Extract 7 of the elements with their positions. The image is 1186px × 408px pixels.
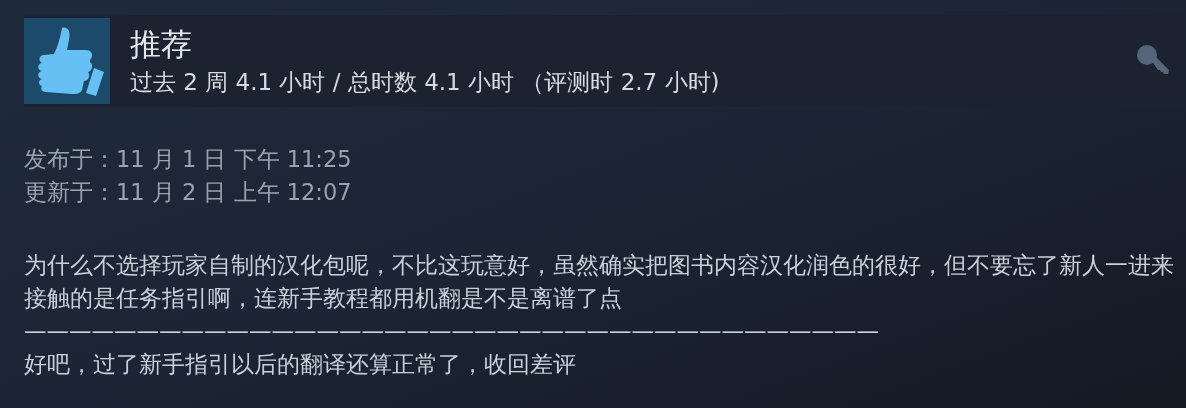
review-paragraph: 为什么不选择玩家自制的汉化包呢，不比这玩意好，虽然确实把图书内容汉化润色的很好，但不要忘了新人一进来接触的是任务指引啊，连新手教程都用机翻是不是离谱了点 [24,251,1174,313]
review-paragraph: —————————————————————————————————————— [24,317,880,346]
review-paragraph: 好吧，过了新手指引以后的翻译还算正常了，收回差评 [24,350,577,379]
date-text: 发布于：11 月 1 日 下午 11:25 [24,145,353,174]
date-text: 更新于：11 月 2 日 上午 12:07 [24,178,353,207]
playtime-text: 过去 2 周 4.1 小时 / 总时数 4.1 小时 （评测时 2.7 小时) [130,68,720,96]
review-verdict: 推荐 [130,26,193,62]
